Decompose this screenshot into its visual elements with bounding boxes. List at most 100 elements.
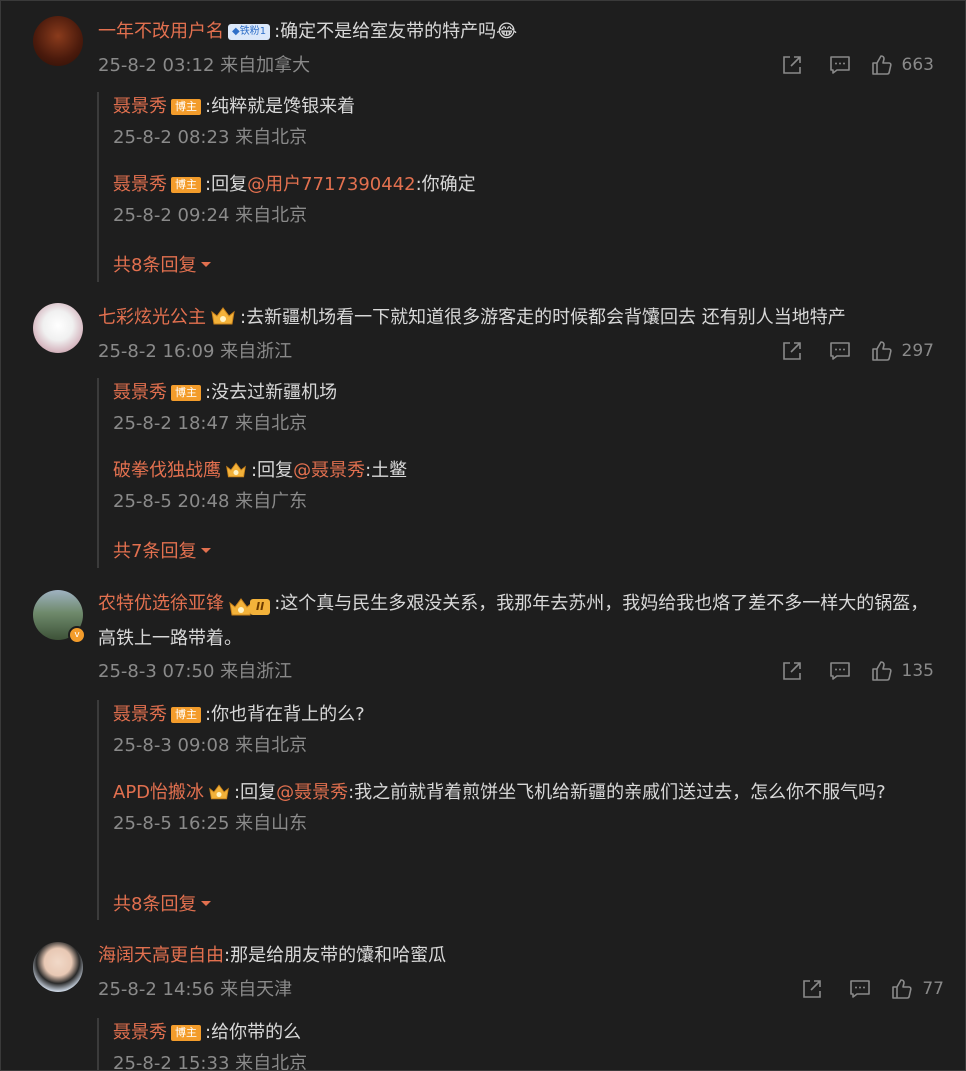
reply-location: 来自北京 [235, 127, 308, 148]
bozhu-badge: 博主 [171, 1025, 201, 1041]
reply-timestamp: 25-8-2 09:24 [113, 205, 230, 226]
timestamp: 25-8-2 14:56 [98, 979, 215, 1000]
reply-username[interactable]: 聂景秀 [113, 96, 167, 117]
fan-badge: ◆铁粉1 [228, 24, 271, 40]
username[interactable]: 海阔天高更自由 [98, 945, 224, 966]
more-replies-label: 共7条回复 [113, 541, 197, 562]
reply-location: 来自北京 [235, 1053, 308, 1071]
location: 来自加拿大 [220, 55, 311, 76]
comment-text: :那是给朋友带的馕和哈蜜瓜 [224, 945, 447, 966]
reply-timestamp: 25-8-3 09:08 [113, 735, 230, 756]
verified-badge-icon: v [68, 626, 86, 644]
like-count: 135 [901, 661, 934, 681]
reply-username[interactable]: 聂景秀 [113, 1022, 167, 1043]
reply-item: 聂景秀 博主:你也背在背上的么? 25-8-3 09:08 来自北京 [113, 699, 926, 761]
comment-actions: 297 [768, 337, 934, 365]
reply-location: 来自北京 [235, 205, 308, 226]
reply-text: :纯粹就是馋银来着 [205, 96, 356, 117]
comment-item: v 农特优选徐亚锋 II:这个真与民生多艰没关系，我那年去苏州，我妈给我也烙了差不… [0, 576, 966, 930]
username[interactable]: 农特优选徐亚锋 [98, 593, 224, 614]
thumbs-up-icon [870, 339, 894, 363]
mention-link[interactable]: @聂景秀 [276, 782, 348, 803]
like-count: 297 [901, 341, 934, 361]
comment-meta: 25-8-2 03:12 来自加拿大 [98, 54, 310, 78]
like-button[interactable]: 135 [870, 659, 934, 683]
like-count: 77 [922, 979, 944, 999]
avatar[interactable] [33, 942, 83, 992]
comment-actions: 135 [768, 657, 934, 685]
reply-text: :土鳖 [365, 460, 408, 481]
reply-timestamp: 25-8-2 18:47 [113, 413, 230, 434]
username[interactable]: 七彩炫光公主 [98, 307, 206, 328]
mention-link[interactable]: @聂景秀 [293, 460, 365, 481]
comment-meta: 25-8-3 07:50 来自浙江 [98, 660, 292, 684]
timestamp: 25-8-2 03:12 [98, 55, 215, 76]
comment-actions: 663 [768, 51, 934, 79]
share-icon[interactable] [768, 657, 816, 685]
more-replies-link[interactable]: 共7条回复 [113, 537, 212, 563]
timestamp: 25-8-2 16:09 [98, 341, 215, 362]
reply-timestamp: 25-8-5 20:48 [113, 491, 230, 512]
thumbs-up-icon [870, 659, 894, 683]
comment-item: 海阔天高更自由:那是给朋友带的馕和哈蜜瓜 25-8-2 14:56 来自天津 7… [0, 930, 966, 1071]
bozhu-badge: 博主 [171, 99, 201, 115]
bozhu-badge: 博主 [171, 177, 201, 193]
reply-timestamp: 25-8-5 16:25 [113, 813, 230, 834]
reply-item: 破拳伐独战鹰 :回复@聂景秀:土鳖 25-8-5 20:48 来自广东 [113, 455, 926, 517]
comment-icon[interactable] [816, 51, 864, 79]
mention-link[interactable]: @用户7717390442 [247, 174, 416, 195]
comment-item: 一年不改用户名 ◆铁粉1:确定不是给室友带的特产吗😂 25-8-2 03:12 来… [0, 0, 966, 290]
like-button[interactable]: 77 [890, 977, 944, 1001]
share-icon[interactable] [768, 337, 816, 365]
comment-item: 七彩炫光公主 :去新疆机场看一下就知道很多游客走的时候都会背馕回去 还有别人当地特… [0, 290, 966, 580]
username[interactable]: 一年不改用户名 [98, 21, 224, 42]
reply-timestamp: 25-8-2 15:33 [113, 1053, 230, 1071]
reply-username[interactable]: 破拳伐独战鹰 [113, 460, 221, 481]
reply-location: 来自广东 [235, 491, 308, 512]
thumbs-up-icon [870, 53, 894, 77]
laughing-emoji-icon: 😂 [496, 21, 518, 42]
thumbs-up-icon [890, 977, 914, 1001]
avatar[interactable] [33, 303, 83, 353]
reply-text: :没去过新疆机场 [205, 382, 338, 403]
reply-username[interactable]: 聂景秀 [113, 174, 167, 195]
reply-location: 来自北京 [235, 735, 308, 756]
reply-thread-line [97, 92, 99, 282]
share-icon[interactable] [768, 51, 816, 79]
reply-username[interactable]: APD怡搬冰 [113, 782, 204, 803]
crown-icon [210, 305, 236, 327]
comment-icon[interactable] [816, 337, 864, 365]
more-replies-link[interactable]: 共8条回复 [113, 890, 212, 916]
reply-text: :你确定 [415, 174, 476, 195]
location: 来自浙江 [220, 341, 293, 362]
like-button[interactable]: 297 [870, 339, 934, 363]
more-replies-label: 共8条回复 [113, 894, 197, 915]
location: 来自浙江 [220, 661, 293, 682]
crown-icon [208, 782, 230, 802]
like-count: 663 [901, 55, 934, 75]
more-replies-label: 共8条回复 [113, 255, 197, 276]
comment-icon[interactable] [836, 975, 884, 1003]
bozhu-badge: 博主 [171, 385, 201, 401]
reply-username[interactable]: 聂景秀 [113, 704, 167, 725]
like-button[interactable]: 663 [870, 53, 934, 77]
reply-thread-line [97, 1018, 99, 1071]
more-replies-link[interactable]: 共8条回复 [113, 251, 212, 277]
reply-item: 聂景秀 博主:回复@用户7717390442:你确定 25-8-2 09:24 来… [113, 169, 926, 231]
reply-text: :给你带的么 [205, 1022, 302, 1043]
caret-down-icon [200, 544, 212, 556]
caret-down-icon [200, 258, 212, 270]
reply-location: 来自北京 [235, 413, 308, 434]
comment-meta: 25-8-2 16:09 来自浙江 [98, 340, 292, 364]
comment-text: :去新疆机场看一下就知道很多游客走的时候都会背馕回去 还有别人当地特产 [240, 307, 846, 328]
reply-item: 聂景秀 博主:给你带的么 25-8-2 15:33 来自北京 [113, 1017, 926, 1071]
location: 来自天津 [220, 979, 293, 1000]
reply-prefix: :回复 [234, 782, 277, 803]
reply-username[interactable]: 聂景秀 [113, 382, 167, 403]
share-icon[interactable] [788, 975, 836, 1003]
reply-location: 来自山东 [235, 813, 308, 834]
crown-icon [225, 460, 247, 480]
comment-icon[interactable] [816, 657, 864, 685]
avatar[interactable] [33, 16, 83, 66]
reply-prefix: :回复 [251, 460, 294, 481]
